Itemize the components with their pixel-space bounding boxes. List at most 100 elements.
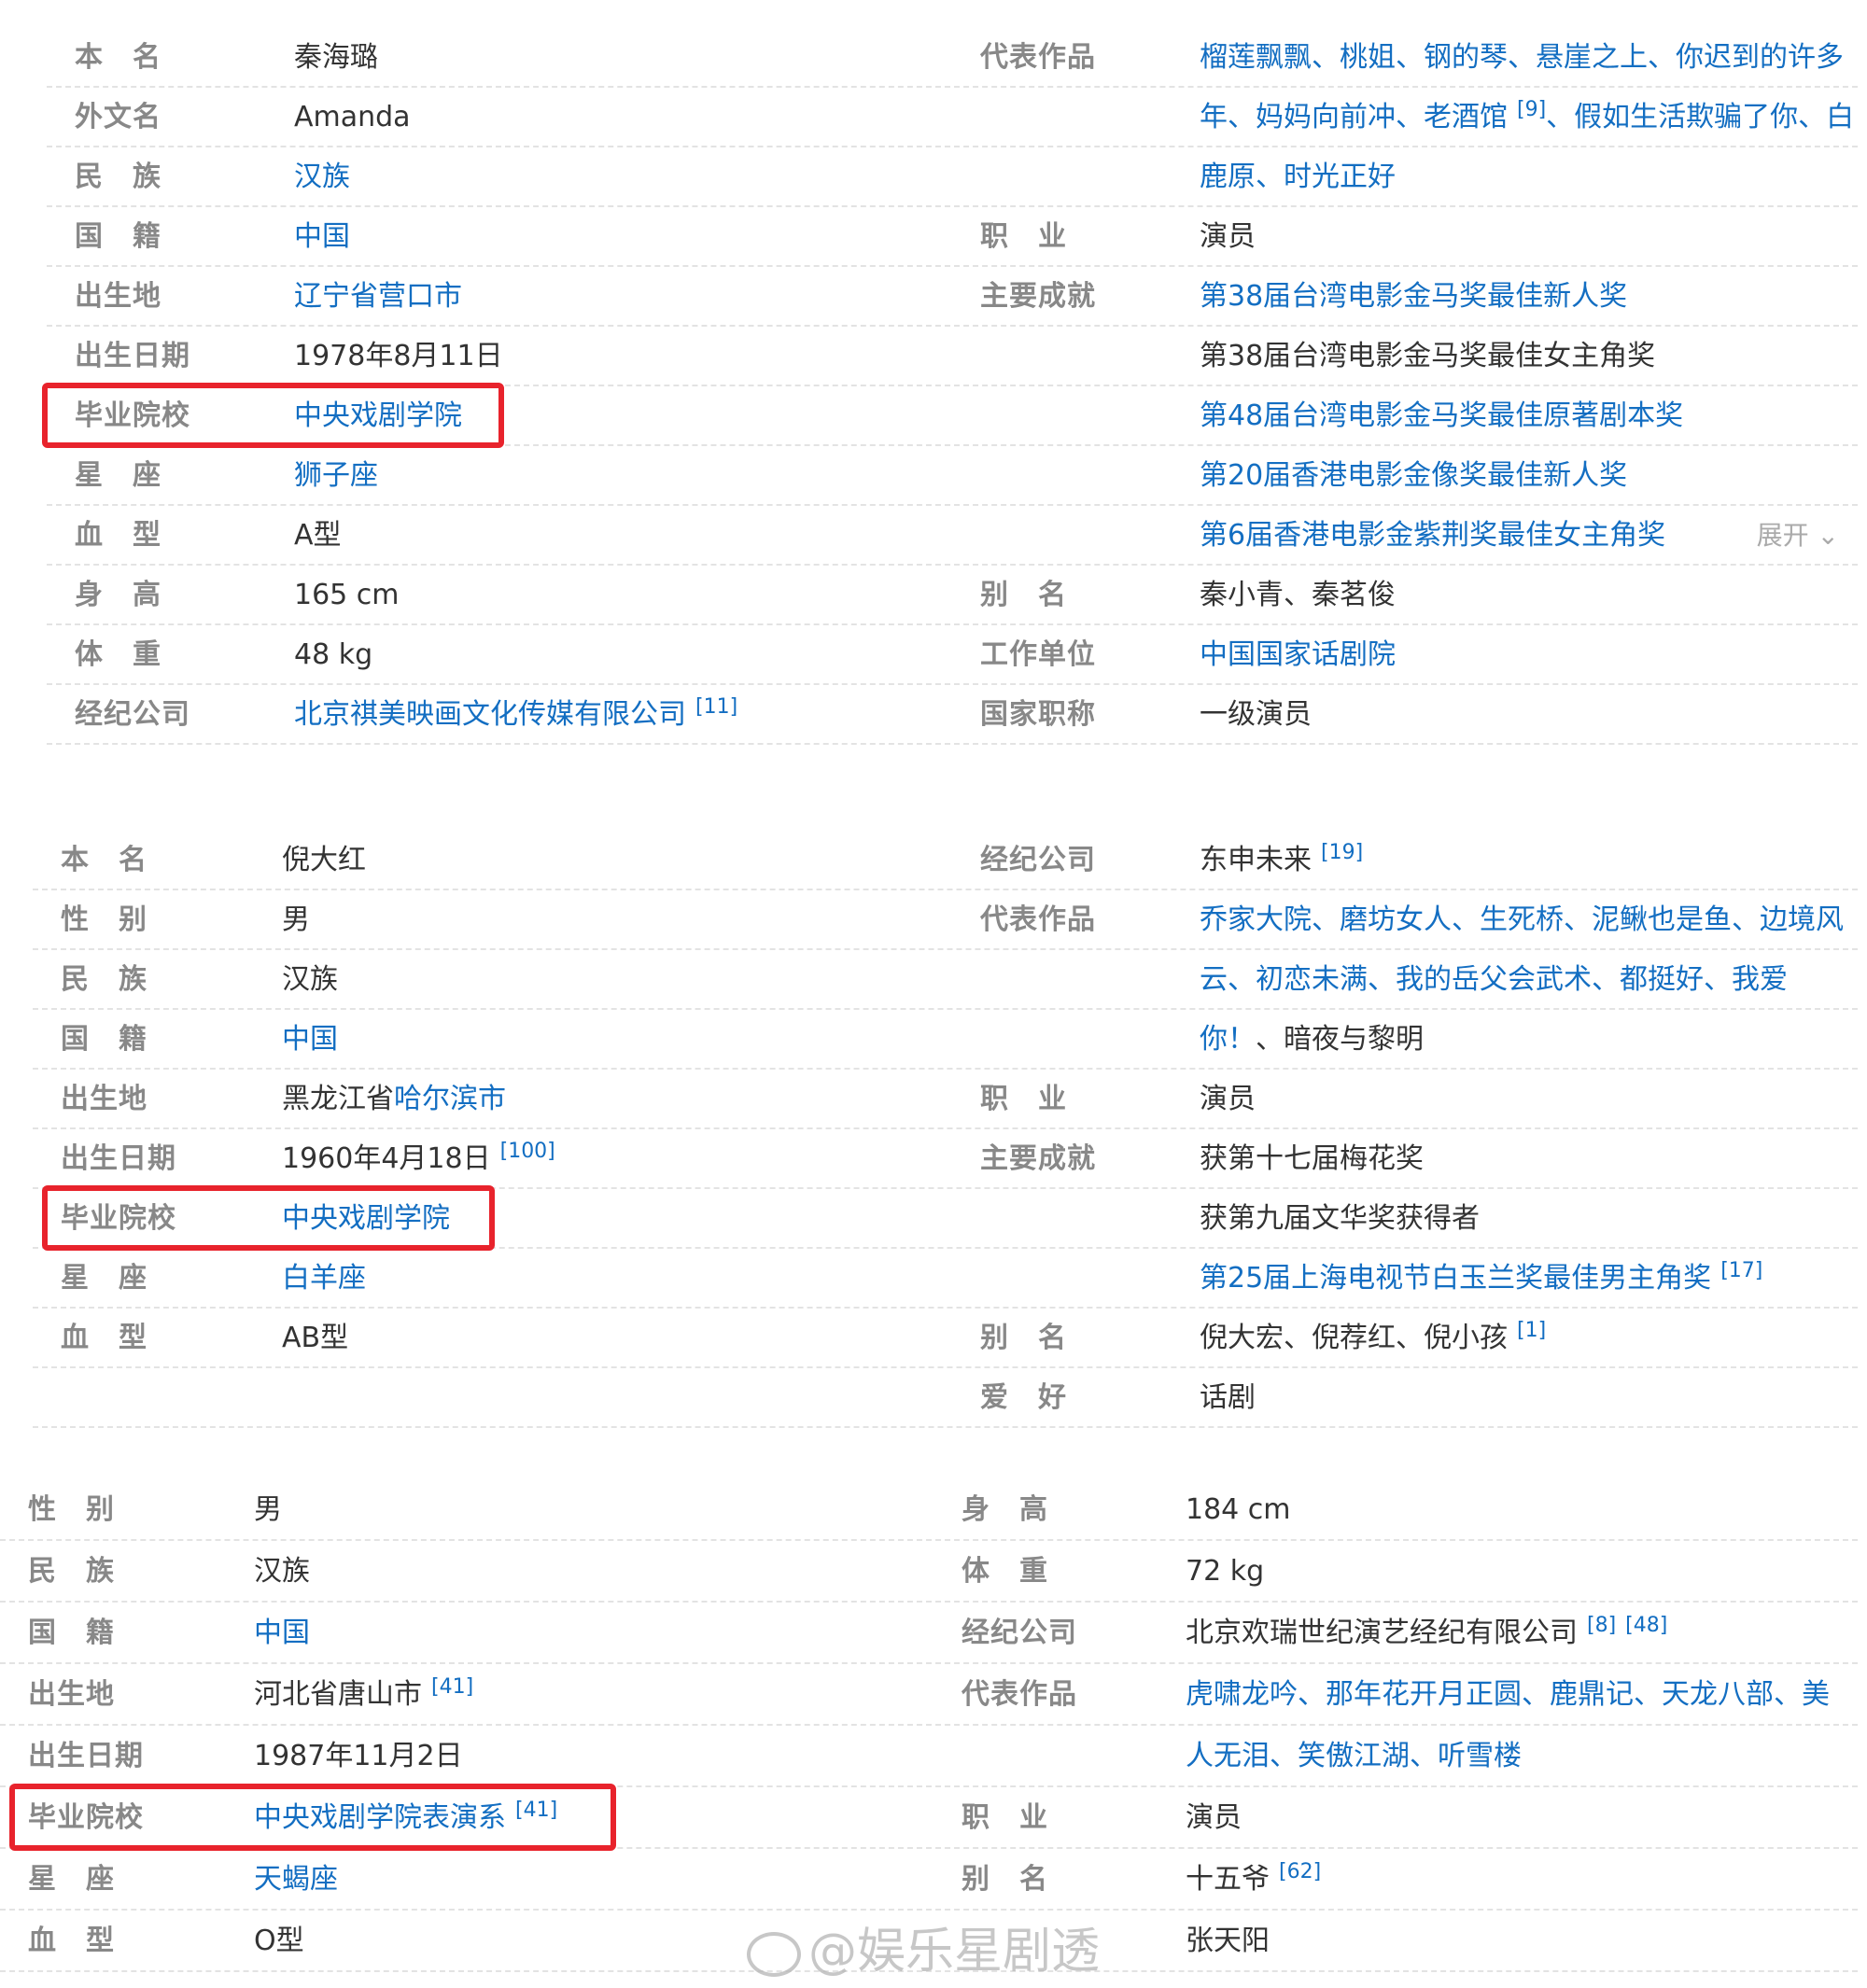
field-label: 爱 好 [980,1381,1067,1414]
field-value: 黑龙江省 [282,1083,394,1115]
reference-link[interactable]: [11] [695,695,737,719]
field-value-cell: 乔家大院、磨坊女人、生死桥、泥鳅也是鱼、边境风 [1200,890,1844,950]
reference-link[interactable]: [48] [1625,1614,1667,1637]
field-value-cell: 演员 [1200,207,1256,267]
field-value[interactable]: 中国 [282,1023,338,1056]
field-label: 民 族 [75,161,161,193]
field-value-extra: 、暗夜与黎明 [1256,1023,1424,1056]
field-label: 出生地 [28,1678,115,1711]
field-label: 星 座 [75,459,161,492]
field-label: 身 高 [962,1493,1048,1526]
reference-link[interactable]: [100] [500,1140,555,1163]
field-value: 河北省唐山市 [254,1678,422,1711]
reference-link[interactable]: [9] [1517,98,1546,121]
field-value-extra[interactable]: 、假如生活欺骗了你、白 [1546,101,1854,133]
field-value-cell: 北京欢瑞世纪演艺经纪有限公司 [8] [48] [1186,1603,1667,1664]
reference-link[interactable]: [1] [1517,1319,1546,1342]
info-row: 体 重 48 kg 工作单位 中国国家话剧院 [47,625,1858,685]
field-value-cell: 第38届台湾电影金马奖最佳新人奖 [1200,267,1627,327]
field-label: 职 业 [962,1801,1048,1834]
field-label: 代表作品 [980,903,1096,936]
info-row: 出生日期 1960年4月18日 [100] 主要成就 获第十七届梅花奖 [33,1129,1858,1189]
info-row: 星 座 天蝎座 别 名 十五爷 [62] [0,1849,1858,1911]
field-value-cell: 72 kg [1186,1541,1264,1603]
reference-link[interactable]: [62] [1279,1860,1321,1883]
info-row: 星 座 白羊座 第25届上海电视节白玉兰奖最佳男主角奖 [17] [33,1249,1858,1309]
field-value: 秦小青、秦茗俊 [1200,579,1396,611]
field-value[interactable]: 人无泪、笑傲江湖、听雪楼 [1186,1740,1522,1772]
field-value[interactable]: 天蝎座 [254,1863,338,1896]
field-value[interactable]: 第20届香港电影金像奖最佳新人奖 [1200,459,1627,492]
field-value[interactable]: 中国 [294,220,350,253]
field-value[interactable]: 云、初恋未满、我的岳父会武术、都挺好、我爱 [1200,963,1788,996]
info-row: 性 别 男 身 高 184 cm [0,1479,1858,1541]
field-value-cell: A型 [294,506,342,566]
field-value[interactable]: 虎啸龙吟、那年花开月正圆、鹿鼎记、天龙八部、美 [1186,1678,1830,1711]
info-row: 出生日期 1978年8月11日 第38届台湾电影金马奖最佳女主角奖 [47,327,1858,386]
field-value[interactable]: 汉族 [294,161,350,193]
field-value[interactable]: 辽宁省营口市 [294,280,462,313]
field-value: 演员 [1200,220,1256,253]
field-value-cell: 话剧 [1200,1368,1256,1428]
field-label: 国 籍 [75,220,161,253]
field-value[interactable]: 第38届台湾电影金马奖最佳新人奖 [1200,280,1627,313]
field-value: 165 cm [294,579,400,611]
field-value-cell: 第48届台湾电影金马奖最佳原著剧本奖 [1200,386,1683,446]
field-value-cell: 男 [254,1479,282,1541]
field-value: 184 cm [1186,1493,1291,1526]
field-value[interactable]: 年、妈妈向前冲、老酒馆 [1200,101,1508,133]
field-label: 代表作品 [962,1678,1077,1711]
field-value-cell: 一级演员 [1200,685,1312,745]
field-value: 秦海璐 [294,41,378,74]
reference-link[interactable]: [41] [431,1675,473,1699]
field-value[interactable]: 鹿原、时光正好 [1200,161,1396,193]
field-label: 体 重 [962,1555,1048,1588]
field-value-cell: 演员 [1186,1787,1242,1849]
info-row: 出生地 河北省唐山市 [41] 代表作品 虎啸龙吟、那年花开月正圆、鹿鼎记、天龙八部、美 [0,1664,1858,1726]
field-value-cell: 年、妈妈向前冲、老酒馆 [9]、假如生活欺骗了你、白 [1200,88,1854,147]
field-value[interactable]: 第25届上海电视节白玉兰奖最佳男主角奖 [1200,1262,1711,1295]
field-value[interactable]: 乔家大院、磨坊女人、生死桥、泥鳅也是鱼、边境风 [1200,903,1844,936]
infobox-card-2: 本 名 倪大红 经纪公司 东申未来 [19] 性 别 男 代表作品 乔家大院、磨坊女人、生死桥、… [0,831,1867,1447]
field-value-cell: 东申未来 [19] [1200,831,1363,890]
reference-link[interactable]: [19] [1321,841,1363,864]
reference-link[interactable]: [17] [1720,1259,1762,1282]
info-row: 出生地 辽宁省营口市 主要成就 第38届台湾电影金马奖最佳新人奖 [47,267,1858,327]
field-value[interactable]: 你！ [1200,1023,1256,1056]
field-value: 48 kg [294,638,373,671]
field-value[interactable]: 中国国家话剧院 [1200,638,1396,671]
field-value: 1987年11月2日 [254,1740,463,1772]
highlight-box-graduated-school [42,383,504,448]
field-value[interactable]: 中国 [254,1617,310,1649]
field-label: 出生地 [75,280,161,313]
field-value: O型 [254,1925,304,1957]
field-value[interactable]: 北京祺美映画文化传媒有限公司 [294,698,686,731]
expand-toggle[interactable]: 展开 ⌄ [1757,506,1839,566]
field-label: 血 型 [61,1322,147,1354]
field-value-cell: 倪大红 [282,831,366,890]
field-value-cell: 你！、暗夜与黎明 [1200,1010,1424,1070]
field-value[interactable]: 第48届台湾电影金马奖最佳原著剧本奖 [1200,399,1683,432]
field-label: 主要成就 [980,1142,1096,1175]
field-value-cell: 辽宁省营口市 [294,267,462,327]
field-value[interactable]: 第6届香港电影金紫荆奖最佳女主角奖 [1200,519,1665,552]
weibo-logo-icon [747,1932,801,1977]
field-value[interactable]: 狮子座 [294,459,378,492]
field-value-cell: 中国 [282,1010,338,1070]
field-value-extra[interactable]: 哈尔滨市 [394,1083,506,1115]
info-row: 星 座 狮子座 第20届香港电影金像奖最佳新人奖 [47,446,1858,506]
field-label: 代表作品 [980,41,1096,74]
field-label: 职 业 [980,220,1067,253]
field-label: 经纪公司 [962,1617,1077,1649]
field-value-cell: 165 cm [294,566,400,625]
info-row: 民 族 汉族 鹿原、时光正好 [47,147,1858,207]
field-value[interactable]: 榴莲飘飘、桃姐、钢的琴、悬崖之上、你迟到的许多 [1200,41,1844,74]
reference-link[interactable]: [8] [1587,1614,1616,1637]
field-label: 出生地 [61,1083,147,1115]
field-value: 获第九届文华奖获得者 [1200,1202,1480,1235]
field-label: 出生日期 [61,1142,176,1175]
field-value-cell: 天蝎座 [254,1849,338,1911]
infobox-card-3: 性 别 男 身 高 184 cm 民 族 汉族 体 重 72 kg 国 籍 中国 经纪公司 北京欢瑞世… [0,1479,1867,1983]
field-value-cell: 黑龙江省哈尔滨市 [282,1070,506,1129]
field-value[interactable]: 白羊座 [282,1262,366,1295]
